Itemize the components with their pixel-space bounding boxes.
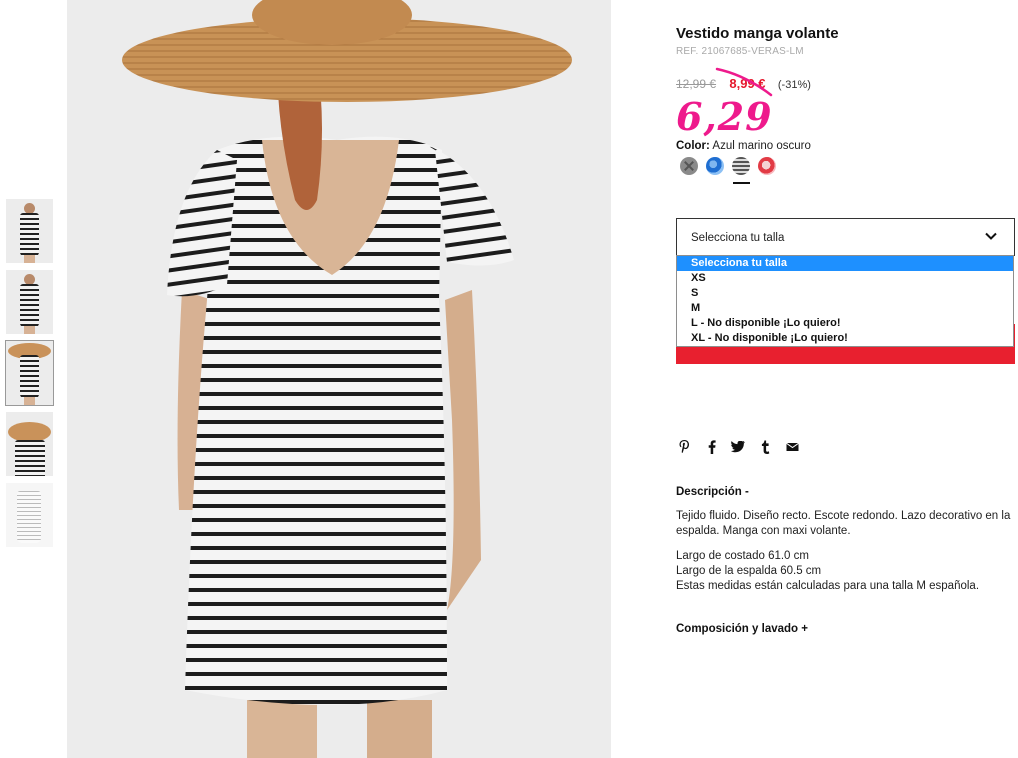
measure-line: Largo de la espalda 60.5 cm [676, 565, 822, 577]
thumb-figure-hat [8, 422, 51, 442]
size-dropdown: Selecciona tu talla XS S M L - No dispon… [676, 255, 1014, 347]
thumbnail-1[interactable] [6, 199, 53, 263]
measure-line: Estas medidas están calculadas para una … [676, 580, 980, 592]
price-discount: (-31%) [777, 79, 811, 91]
main-product-image [67, 0, 611, 758]
twitter-icon[interactable] [730, 438, 747, 455]
measure-line: Largo de costado 61.0 cm [676, 550, 809, 562]
description-heading[interactable]: Descripción - [676, 486, 749, 498]
email-icon[interactable] [784, 438, 801, 455]
color-value: Azul marino oscuro [712, 140, 811, 152]
size-option[interactable]: M [677, 301, 1013, 316]
product-title: Vestido manga volante [676, 25, 839, 42]
thumbnail-5[interactable] [6, 483, 53, 547]
thumb-figure-dress [15, 440, 45, 476]
chevron-down-icon [985, 232, 997, 240]
description-text: Tejido fluido. Diseño recto. Escote redo… [676, 510, 1011, 537]
thumb-figure-dress [20, 213, 39, 257]
thumbnail-2[interactable] [6, 270, 53, 334]
thumb-figure-legs [24, 397, 35, 405]
size-select[interactable]: Selecciona tu talla [676, 218, 1015, 256]
facebook-icon[interactable] [703, 438, 720, 455]
pinterest-icon[interactable] [676, 438, 693, 455]
size-option[interactable]: XS [677, 271, 1013, 286]
share-icons [676, 438, 811, 455]
color-row: Color: Azul marino oscuro [676, 140, 811, 152]
thumb-figure-dress [20, 284, 39, 328]
size-option[interactable]: XL - No disponible ¡Lo quiero! [677, 331, 1013, 346]
swatch-grey-unavailable[interactable] [680, 157, 698, 175]
thumb-figure-dress [20, 355, 39, 399]
color-label: Color: [676, 140, 710, 152]
swatch-blue[interactable] [706, 157, 724, 175]
thumbnail-list [5, 199, 54, 554]
strike-annotation-icon [715, 67, 773, 97]
swatch-navy-stripe[interactable] [732, 157, 750, 175]
size-select-label: Selecciona tu talla [691, 232, 785, 244]
swatch-red[interactable] [758, 157, 776, 175]
composition-heading[interactable]: Composición y lavado + [676, 623, 808, 635]
product-ref: REF. 21067685-VERAS-LM [676, 46, 804, 57]
product-photo-illustration [67, 0, 611, 758]
tumblr-icon[interactable] [757, 438, 774, 455]
price-old: 12,99 € [676, 77, 717, 91]
thumbnail-4[interactable] [6, 412, 53, 476]
thumbnail-3[interactable] [5, 340, 54, 406]
size-option[interactable]: S [677, 286, 1013, 301]
thumb-figure-dress [17, 491, 41, 543]
thumb-figure-legs [24, 255, 35, 263]
size-option[interactable]: Selecciona tu talla [677, 256, 1013, 271]
thumb-figure-legs [24, 326, 35, 334]
color-swatches [680, 157, 776, 175]
selected-swatch-underline [733, 182, 750, 184]
size-option[interactable]: L - No disponible ¡Lo quiero! [677, 316, 1013, 331]
measurements: Largo de costado 61.0 cm Largo de la esp… [676, 549, 979, 594]
